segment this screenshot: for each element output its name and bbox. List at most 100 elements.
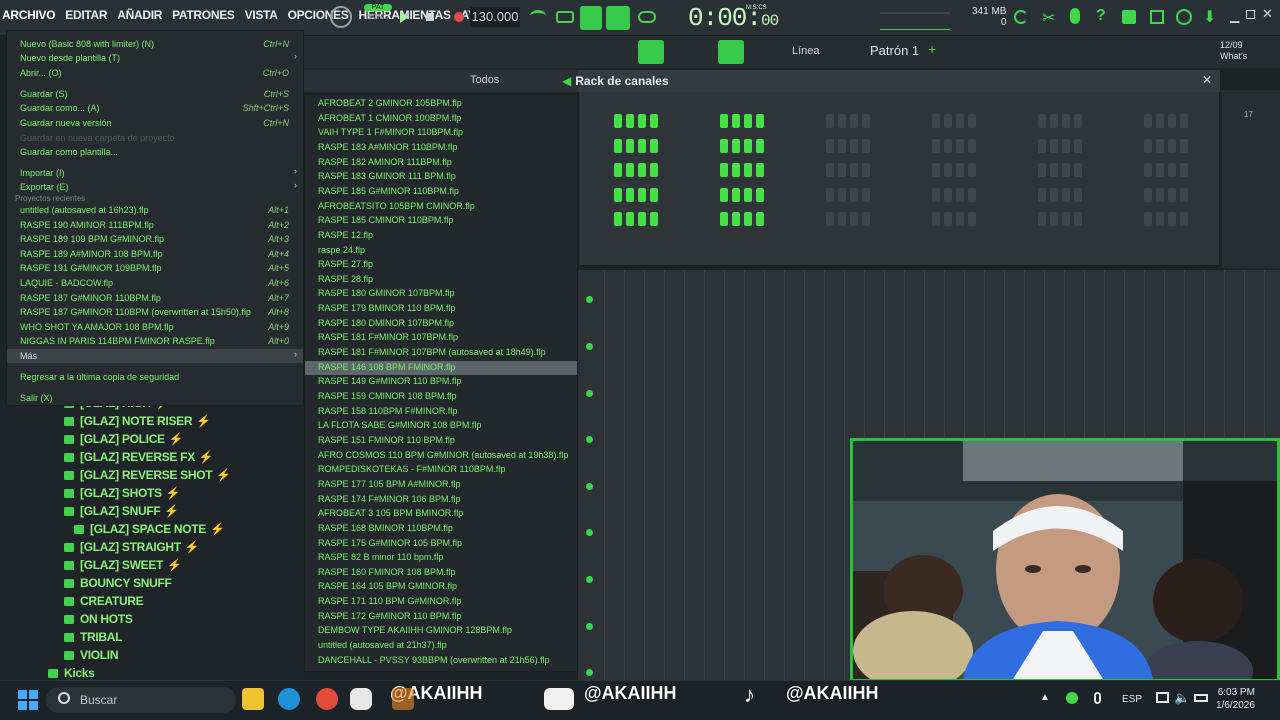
- step-button[interactable]: [956, 163, 964, 177]
- step-button[interactable]: [968, 163, 976, 177]
- recent-file-item[interactable]: RASPE 159 CMINOR 108 BPM.flp: [318, 391, 457, 401]
- windows-start-icon[interactable]: [18, 690, 38, 710]
- step-button[interactable]: [650, 163, 658, 177]
- recent-file-item[interactable]: RASPE 82 B minor 110 bpm.flp: [318, 552, 443, 562]
- recent-file-item[interactable]: RASPE 12.flp: [318, 230, 373, 240]
- file-menu-item[interactable]: Nuevo (Basic 808 with limiter) (N): [20, 39, 154, 49]
- step-button[interactable]: [638, 114, 646, 128]
- recent-file-item[interactable]: RASPE 183 A#MINOR 110BPM.flp: [318, 142, 457, 152]
- recent-project-item[interactable]: RASPE 187 G#MINOR 110BPM (overwritten at…: [20, 307, 251, 317]
- step-button[interactable]: [650, 139, 658, 153]
- step-button[interactable]: [744, 139, 752, 153]
- step-button[interactable]: [862, 188, 870, 202]
- recent-file-item[interactable]: RASPE 168 BMINOR 110BPM.flp: [318, 523, 453, 533]
- recent-file-item[interactable]: AFROBEATSITO 105BPM CMINOR.flp: [318, 201, 475, 211]
- step-button[interactable]: [1168, 188, 1176, 202]
- rack-close-icon[interactable]: ✕: [1202, 73, 1212, 87]
- file-explorer-icon[interactable]: [242, 688, 264, 710]
- mixer-icon[interactable]: [1150, 10, 1164, 24]
- menu-5[interactable]: VISTA: [243, 8, 280, 28]
- step-edit-button[interactable]: [580, 6, 602, 30]
- step-button[interactable]: [862, 212, 870, 226]
- record-icon[interactable]: [454, 12, 464, 22]
- step-button[interactable]: [932, 163, 940, 177]
- step-button[interactable]: [720, 139, 728, 153]
- browser-folder-item[interactable]: [GLAZ] STRAIGHT ⚡: [64, 540, 200, 554]
- browser-folder-item[interactable]: [GLAZ] POLICE ⚡: [64, 432, 184, 446]
- browser-folder-item[interactable]: BOUNCY SNUFF: [64, 576, 172, 590]
- help-icon[interactable]: ?: [1096, 7, 1106, 25]
- loop-record-icon[interactable]: [638, 11, 656, 23]
- step-button[interactable]: [1074, 114, 1082, 128]
- recent-file-item[interactable]: RASPE 174 F#MINOR 106 BPM.flp: [318, 494, 461, 504]
- browser-folder-item[interactable]: [GLAZ] SNUFF ⚡: [64, 504, 179, 518]
- recent-file-item[interactable]: RASPE 180 GMINOR 107BPM.flp: [318, 288, 455, 298]
- step-button[interactable]: [826, 163, 834, 177]
- step-button[interactable]: [1180, 163, 1188, 177]
- step-button[interactable]: [1050, 114, 1058, 128]
- browser-folder-item[interactable]: [GLAZ] REVERSE FX ⚡: [64, 450, 214, 464]
- recent-file-item[interactable]: RASPE 27.flp: [318, 259, 373, 269]
- menu-2[interactable]: EDITAR: [63, 8, 109, 28]
- step-button[interactable]: [626, 139, 634, 153]
- step-button[interactable]: [1062, 163, 1070, 177]
- step-button[interactable]: [756, 163, 764, 177]
- step-button[interactable]: [1144, 139, 1152, 153]
- step-button[interactable]: [732, 212, 740, 226]
- restore-backup-item[interactable]: Regresar a la última copia de seguridad: [20, 372, 179, 382]
- pat-song-toggle[interactable]: PAT SONG: [364, 4, 392, 30]
- step-button[interactable]: [932, 139, 940, 153]
- step-button[interactable]: [826, 114, 834, 128]
- browser-folder-item[interactable]: [GLAZ] SHOTS ⚡: [64, 486, 181, 500]
- fl-studio-icon[interactable]: [392, 688, 414, 710]
- add-pattern-icon[interactable]: +: [928, 41, 936, 57]
- step-button[interactable]: [1144, 188, 1152, 202]
- chrome-icon[interactable]: [316, 688, 338, 710]
- step-button[interactable]: [956, 139, 964, 153]
- step-button[interactable]: [638, 212, 646, 226]
- step-button[interactable]: [968, 114, 976, 128]
- step-button[interactable]: [638, 163, 646, 177]
- step-button[interactable]: [1168, 163, 1176, 177]
- step-button[interactable]: [614, 212, 622, 226]
- recent-project-item[interactable]: NIGGAS IN PARIS 114BPM FMINOR RASPE.flp: [20, 336, 215, 346]
- step-button[interactable]: [932, 188, 940, 202]
- recent-file-item[interactable]: RASPE 177 105 BPM A#MINOR.flp: [318, 479, 461, 489]
- step-button[interactable]: [638, 139, 646, 153]
- browser-folder-item[interactable]: [GLAZ] REVERSE SHOT ⚡: [64, 468, 231, 482]
- recent-project-item[interactable]: RASPE 190 AMINOR 111BPM.flp: [20, 220, 154, 230]
- step-button[interactable]: [744, 212, 752, 226]
- recent-file-item[interactable]: RASPE 180 DMINOR 107BPM.flp: [318, 318, 454, 328]
- step-button[interactable]: [1168, 212, 1176, 226]
- step-button[interactable]: [838, 114, 846, 128]
- refresh-icon[interactable]: [1014, 10, 1028, 24]
- recent-project-item[interactable]: RASPE 191 G#MINOR 109BPM.flp: [20, 263, 162, 273]
- step-button[interactable]: [1038, 163, 1046, 177]
- recent-file-item[interactable]: DANCEHALL - PVSSY 93BBPM (overwritten at…: [318, 655, 550, 665]
- recent-file-item[interactable]: RASPE 172 G#MINOR 110 BPM.flp: [318, 611, 461, 621]
- step-button[interactable]: [614, 139, 622, 153]
- news-panel[interactable]: 12/09 What's: [1220, 40, 1247, 62]
- step-button[interactable]: [838, 163, 846, 177]
- step-button[interactable]: [650, 114, 658, 128]
- stop-icon[interactable]: [426, 13, 434, 21]
- menu-4[interactable]: PATRONES: [170, 8, 237, 28]
- master-volume-slider[interactable]: [880, 12, 950, 14]
- file-menu-item[interactable]: Guardar como plantilla...: [20, 147, 118, 157]
- recent-file-item[interactable]: AFROBEAT 2 GMINOR 105BPM.flp: [318, 98, 462, 108]
- step-button[interactable]: [756, 114, 764, 128]
- step-button[interactable]: [720, 188, 728, 202]
- recent-file-item[interactable]: RASPE 149 G#MINOR 110 BPM.flp: [318, 376, 461, 386]
- step-button[interactable]: [756, 188, 764, 202]
- microphone-icon[interactable]: [1070, 8, 1080, 24]
- menu-3[interactable]: AÑADIR: [115, 8, 164, 28]
- recent-project-item[interactable]: LAQUIE - BADCOW.flp: [20, 278, 113, 288]
- step-button[interactable]: [1168, 114, 1176, 128]
- recent-file-item[interactable]: RASPE 179 BMINOR 110 BPM.flp: [318, 303, 455, 313]
- step-button[interactable]: [956, 188, 964, 202]
- file-menu-item[interactable]: Importar (I): [20, 168, 65, 178]
- step-button[interactable]: [850, 188, 858, 202]
- metronome-icon[interactable]: [330, 6, 352, 28]
- recent-file-item[interactable]: RASPE 28.flp: [318, 274, 373, 284]
- step-button[interactable]: [756, 139, 764, 153]
